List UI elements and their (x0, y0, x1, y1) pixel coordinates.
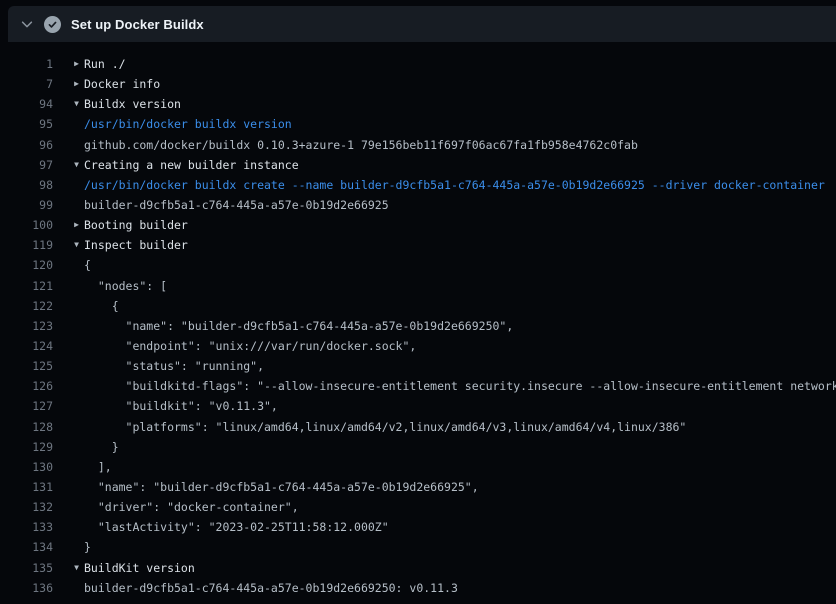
log-text: "platforms": "linux/amd64,linux/amd64/v2… (84, 417, 686, 437)
line-number[interactable]: 136 (0, 578, 53, 598)
log-row: 122 { (0, 296, 836, 316)
log-row: 120 { (0, 255, 836, 275)
log-text: "name": "builder-d9cfb5a1-c764-445a-a57e… (84, 477, 479, 497)
log-text: builder-d9cfb5a1-c764-445a-a57e-0b19d2e6… (84, 195, 389, 215)
log-text: "name": "builder-d9cfb5a1-c764-445a-a57e… (84, 316, 513, 336)
log-row: 132 "driver": "docker-container", (0, 497, 836, 517)
log-text: BuildKit version (84, 558, 195, 578)
chevron-down-icon[interactable] (20, 17, 34, 31)
line-number[interactable]: 95 (0, 114, 53, 134)
line-number[interactable]: 99 (0, 195, 53, 215)
line-number[interactable]: 124 (0, 336, 53, 356)
line-number[interactable]: 96 (0, 135, 53, 155)
log-group-row[interactable]: 1 ▶ Run ./ (0, 54, 836, 74)
log-text: } (84, 537, 91, 557)
line-number[interactable]: 129 (0, 437, 53, 457)
log-row: 136 builder-d9cfb5a1-c764-445a-a57e-0b19… (0, 578, 836, 598)
line-number[interactable]: 132 (0, 497, 53, 517)
line-number[interactable]: 133 (0, 517, 53, 537)
log-text: builder-d9cfb5a1-c764-445a-a57e-0b19d2e6… (84, 578, 458, 598)
log-row: 133 "lastActivity": "2023-02-25T11:58:12… (0, 517, 836, 537)
line-number[interactable]: 121 (0, 276, 53, 296)
log-row: 131 "name": "builder-d9cfb5a1-c764-445a-… (0, 477, 836, 497)
group-collapse-icon[interactable]: ▼ (74, 155, 79, 175)
line-number[interactable]: 1 (0, 54, 53, 74)
log-row: 96 github.com/docker/buildx 0.10.3+azure… (0, 135, 836, 155)
log-text: "status": "running", (84, 356, 264, 376)
log-text: Docker info (84, 74, 160, 94)
log-text: "nodes": [ (84, 276, 167, 296)
log-text: { (84, 255, 91, 275)
log-text: { (84, 296, 119, 316)
line-number[interactable]: 119 (0, 235, 53, 255)
line-number[interactable]: 125 (0, 356, 53, 376)
log-text: } (84, 437, 119, 457)
line-number[interactable]: 126 (0, 376, 53, 396)
log-text: "endpoint": "unix:///var/run/docker.sock… (84, 336, 416, 356)
check-circle-icon (44, 16, 61, 33)
log-row: 126 "buildkitd-flags": "--allow-insecure… (0, 376, 836, 396)
group-collapse-icon[interactable]: ▼ (74, 558, 79, 578)
log-row: 130 ], (0, 457, 836, 477)
line-number[interactable]: 98 (0, 175, 53, 195)
log-text: Creating a new builder instance (84, 155, 299, 175)
line-number[interactable]: 128 (0, 417, 53, 437)
log-text: Buildx version (84, 94, 181, 114)
log-text: Inspect builder (84, 235, 188, 255)
group-expand-icon[interactable]: ▶ (74, 54, 79, 74)
log-row: 95 /usr/bin/docker buildx version (0, 114, 836, 134)
log-text: Booting builder (84, 215, 188, 235)
group-collapse-icon[interactable]: ▼ (74, 94, 79, 114)
log-lines: 1 ▶ Run ./ 7 ▶ Docker info 94 ▼ Buildx v… (0, 42, 836, 604)
line-number[interactable]: 94 (0, 94, 53, 114)
log-row: 125 "status": "running", (0, 356, 836, 376)
line-number[interactable]: 120 (0, 255, 53, 275)
step-title: Set up Docker Buildx (71, 17, 204, 32)
log-text: /usr/bin/docker buildx create --name bui… (84, 175, 825, 195)
log-group-row[interactable]: 97 ▼ Creating a new builder instance (0, 155, 836, 175)
log-row: 99 builder-d9cfb5a1-c764-445a-a57e-0b19d… (0, 195, 836, 215)
log-row: 121 "nodes": [ (0, 276, 836, 296)
log-text: ], (84, 457, 112, 477)
log-row: 124 "endpoint": "unix:///var/run/docker.… (0, 336, 836, 356)
line-number[interactable]: 130 (0, 457, 53, 477)
log-text: /usr/bin/docker buildx version (84, 114, 292, 134)
log-text: "buildkit": "v0.11.3", (84, 396, 278, 416)
line-number[interactable]: 131 (0, 477, 53, 497)
log-group-row[interactable]: 100 ▶ Booting builder (0, 215, 836, 235)
line-number[interactable]: 7 (0, 74, 53, 94)
line-number[interactable]: 134 (0, 537, 53, 557)
log-row: 129 } (0, 437, 836, 457)
log-row: 123 "name": "builder-d9cfb5a1-c764-445a-… (0, 316, 836, 336)
log-row: 134 } (0, 537, 836, 557)
log-text: "buildkitd-flags": "--allow-insecure-ent… (84, 376, 836, 396)
line-number[interactable]: 127 (0, 396, 53, 416)
log-text: Run ./ (84, 54, 126, 74)
line-number[interactable]: 97 (0, 155, 53, 175)
log-text: "driver": "docker-container", (84, 497, 299, 517)
log-row: 127 "buildkit": "v0.11.3", (0, 396, 836, 416)
line-number[interactable]: 123 (0, 316, 53, 336)
log-row: 98 /usr/bin/docker buildx create --name … (0, 175, 836, 195)
log-row: 128 "platforms": "linux/amd64,linux/amd6… (0, 417, 836, 437)
line-number[interactable]: 100 (0, 215, 53, 235)
line-number[interactable]: 122 (0, 296, 53, 316)
log-text: "lastActivity": "2023-02-25T11:58:12.000… (84, 517, 389, 537)
log-group-row[interactable]: 135 ▼ BuildKit version (0, 558, 836, 578)
log-group-row[interactable]: 119 ▼ Inspect builder (0, 235, 836, 255)
group-expand-icon[interactable]: ▶ (74, 215, 79, 235)
log-group-row[interactable]: 7 ▶ Docker info (0, 74, 836, 94)
log-text: github.com/docker/buildx 0.10.3+azure-1 … (84, 135, 638, 155)
group-expand-icon[interactable]: ▶ (74, 74, 79, 94)
line-number[interactable]: 135 (0, 558, 53, 578)
group-collapse-icon[interactable]: ▼ (74, 235, 79, 255)
step-header[interactable]: Set up Docker Buildx (8, 6, 836, 42)
log-group-row[interactable]: 94 ▼ Buildx version (0, 94, 836, 114)
